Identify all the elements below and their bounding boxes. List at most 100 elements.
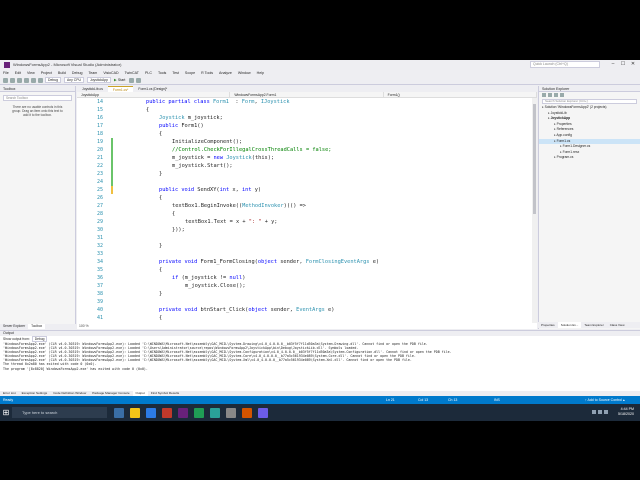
menu-team[interactable]: Team: [89, 71, 98, 75]
editor-scrollbar[interactable]: [532, 98, 537, 323]
save-icon[interactable]: [31, 77, 36, 83]
status-bar: Ready Ln 21 Col 13 Ch 13 INS ↑ Add to So…: [0, 396, 640, 404]
code-line: 20 //Control.CheckForIllegalCrossThreadCa…: [77, 146, 532, 154]
undo-icon[interactable]: [38, 77, 43, 83]
minimize-button[interactable]: –: [608, 60, 618, 69]
taskbar-app-icon[interactable]: [242, 407, 252, 418]
tab-toolbox[interactable]: Toolbox: [28, 324, 46, 329]
taskbar-app-icon[interactable]: [226, 407, 236, 418]
quick-launch-input[interactable]: Quick Launch (Ctrl+Q): [530, 61, 600, 68]
collapse-all-icon[interactable]: [560, 93, 564, 97]
breakpoint-icon[interactable]: [129, 77, 135, 83]
right-panel-tab[interactable]: Solution Ex...: [557, 322, 582, 328]
visual-studio-logo-icon: [4, 61, 10, 68]
code-line: 31: [77, 234, 532, 242]
code-token: m_joystick.Close();: [185, 283, 246, 289]
refresh-icon[interactable]: [554, 93, 558, 97]
taskbar-app-icon[interactable]: [194, 407, 204, 418]
back-icon[interactable]: [3, 77, 8, 83]
menu-edit[interactable]: Edit: [15, 71, 21, 75]
menu-visiocad[interactable]: VisioCAD: [103, 71, 118, 75]
toolbox-panel: Toolbox Search Toolbox There are no usab…: [0, 86, 76, 324]
menu-project[interactable]: Project: [41, 71, 52, 75]
toolbox-search-input[interactable]: Search Toolbox: [3, 95, 72, 101]
close-button[interactable]: ✕: [628, 60, 638, 69]
code-token: MethodInvoker: [242, 203, 284, 209]
sync-icon[interactable]: [548, 93, 552, 97]
menu-bar: File Edit View Project Build Debug Team VisioCA…: [0, 69, 640, 76]
taskbar-app-icon[interactable]: [162, 407, 172, 418]
code-text: private void btnStart_Click(object sende…: [159, 306, 334, 314]
code-area[interactable]: 14 public partial class Form1 : Form, IJo…: [77, 98, 532, 323]
code-line: 19 InitializeComponent();: [77, 138, 532, 146]
code-line: 22 m_joystick.Start();: [77, 162, 532, 170]
taskbar-clock[interactable]: 4:44 PM 5/18/2020: [618, 407, 634, 417]
taskbar-app-icon[interactable]: [178, 407, 188, 418]
open-icon[interactable]: [24, 77, 29, 83]
start-button[interactable]: ▶ Start: [114, 78, 125, 82]
code-line: 23}: [77, 170, 532, 178]
menu-tools[interactable]: Tools: [158, 71, 166, 75]
taskbar-app-icon[interactable]: [258, 407, 268, 418]
code-line: 15 {: [77, 106, 532, 114]
code-token: m_joystick =: [172, 155, 214, 161]
member-nav-dropdown[interactable]: Form1(): [384, 92, 537, 97]
editor-scrollbar-thumb[interactable]: [533, 104, 536, 214]
tree-item-label: Program.cs: [556, 155, 574, 160]
code-token: int: [219, 187, 230, 193]
menu-twincat[interactable]: TwinCAT: [125, 71, 139, 75]
config-dropdown[interactable]: Debug: [45, 77, 61, 83]
zoom-level[interactable]: 100 %: [79, 324, 89, 328]
tree-item[interactable]: ▸ Program.cs: [539, 155, 640, 161]
type-nav-dropdown[interactable]: WindowsFormsApp2.Form1: [230, 92, 384, 97]
platform-dropdown[interactable]: Any CPU: [64, 77, 84, 83]
menu-file[interactable]: File: [3, 71, 9, 75]
menu-plc[interactable]: PLC: [145, 71, 152, 75]
taskbar-app-icon[interactable]: [114, 407, 124, 418]
code-token: textBox1.BeginInvoke((: [172, 203, 243, 209]
menu-test[interactable]: Test: [172, 71, 179, 75]
notification-icon[interactable]: [604, 410, 608, 414]
right-panel-tab[interactable]: Class View: [607, 322, 628, 328]
taskbar-app-icon[interactable]: [146, 407, 156, 418]
maximize-button[interactable]: ☐: [618, 60, 628, 69]
code-text: m_joystick.Start();: [172, 162, 233, 170]
code-text: public void SendXY(int x, int y): [159, 186, 261, 194]
menu-scope[interactable]: Scope: [185, 71, 195, 75]
line-number: 31: [96, 235, 103, 241]
code-token: m_joystick;: [184, 115, 223, 121]
forward-icon[interactable]: [10, 77, 15, 83]
window-controls: – ☐ ✕: [608, 60, 638, 69]
network-icon[interactable]: [592, 410, 596, 414]
menu-analyze[interactable]: Analyze: [219, 71, 232, 75]
taskbar-app-icon[interactable]: [210, 407, 220, 418]
menu-debug[interactable]: Debug: [72, 71, 83, 75]
project-nav-dropdown[interactable]: JoystickApp: [77, 92, 231, 97]
solution-search-input[interactable]: Search Solution Explorer (Ctrl+;): [542, 99, 637, 104]
home-icon[interactable]: [542, 93, 546, 97]
source-control-button[interactable]: ↑ Add to Source Control ▴: [585, 396, 625, 404]
line-number: 35: [96, 267, 103, 273]
tab-server-explorer[interactable]: Server Explorer: [0, 324, 28, 329]
step-icon[interactable]: [136, 77, 142, 83]
menu-r-tools[interactable]: R Tools: [201, 71, 213, 75]
menu-help[interactable]: Help: [257, 71, 264, 75]
menu-window[interactable]: Window: [238, 71, 251, 75]
menu-build[interactable]: Build: [58, 71, 66, 75]
taskbar-search-placeholder: Type here to search: [22, 410, 58, 415]
right-panel-tab[interactable]: Properties: [538, 322, 558, 328]
menu-view[interactable]: View: [27, 71, 35, 75]
code-line: 17 public Form1(): [77, 122, 532, 130]
startup-project-dropdown[interactable]: JoystickApp: [86, 77, 112, 83]
vs-window: WindowsFormsApp2 - Microsoft Visual Stud…: [0, 60, 640, 421]
status-char: Ch 13: [448, 398, 458, 402]
volume-icon[interactable]: [598, 410, 602, 414]
right-panel-tab[interactable]: Team Explorer: [581, 322, 606, 328]
line-number: 24: [96, 179, 103, 185]
code-token: //Control.CheckForIllegalCrossThreadCall…: [172, 147, 332, 153]
taskbar-app-icon[interactable]: [130, 407, 140, 418]
new-project-icon[interactable]: [17, 77, 22, 83]
taskbar-search-input[interactable]: Type here to search: [12, 407, 107, 418]
windows-start-icon[interactable]: ⊞: [0, 404, 12, 421]
line-number: 23: [96, 171, 103, 177]
